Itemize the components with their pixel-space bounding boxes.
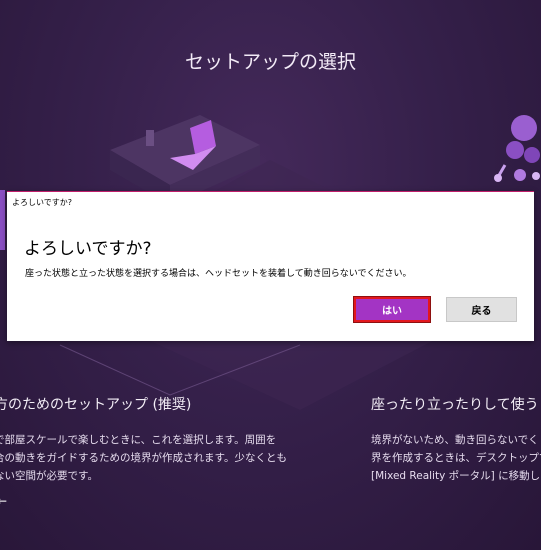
option-description: で部屋スケールで楽しむときに、これを選択します。周囲を 合の動きをガイドするため… <box>0 431 294 485</box>
desk-object <box>146 130 154 146</box>
option-desc-line: ない空間が必要です。 <box>0 470 98 482</box>
confirm-dialog: よろしいですか? よろしいですか? 座った状態と立った状態を選択する場合は、ヘッ… <box>7 191 534 341</box>
option-title: 座ったり立ったりして使うとき <box>371 397 541 413</box>
option-desc-line: [Mixed Reality ポータル] に移動しま <box>371 470 541 482</box>
dialog-message: 座った状態と立った状態を選択する場合は、ヘッドセットを装着して動き回らないでくだ… <box>25 269 412 279</box>
option-desc-line: 界を作成するときは、デスクトップで <box>371 452 541 464</box>
left-figure <box>0 190 5 250</box>
option-standing-setup[interactable]: 方のためのセットアップ (推奨) で部屋スケールで楽しむときに、これを選択します… <box>0 394 294 485</box>
option-desc-line: 合の動きをガイドするための境界が作成されます。少なくとも <box>0 452 287 464</box>
option-seated-setup[interactable]: 座ったり立ったりして使うとき 境界がないため、動き回らないでく 界を作成するとき… <box>371 394 541 485</box>
option-desc-line: で部屋スケールで楽しむときに、これを選択します。周囲を <box>0 434 277 446</box>
back-arrow-icon[interactable]: ← <box>0 494 7 508</box>
option-desc-line: 境界がないため、動き回らないでく <box>371 434 539 446</box>
yes-button[interactable]: はい <box>353 296 431 323</box>
dialog-caption: よろしいですか? <box>12 198 73 207</box>
back-button[interactable]: 戻る <box>446 297 517 322</box>
page-title: セットアップの選択 <box>184 51 356 73</box>
dialog-heading: よろしいですか? <box>24 239 152 259</box>
option-description: 境界がないため、動き回らないでく 界を作成するときは、デスクトップで [Mixe… <box>371 431 541 485</box>
robot-figure <box>494 115 540 182</box>
option-title: 方のためのセットアップ (推奨) <box>0 397 192 413</box>
setup-selection-screen: セットアップの選択 方のためのセットアップ (推奨) で部屋スケールで楽しむとき… <box>0 0 541 550</box>
